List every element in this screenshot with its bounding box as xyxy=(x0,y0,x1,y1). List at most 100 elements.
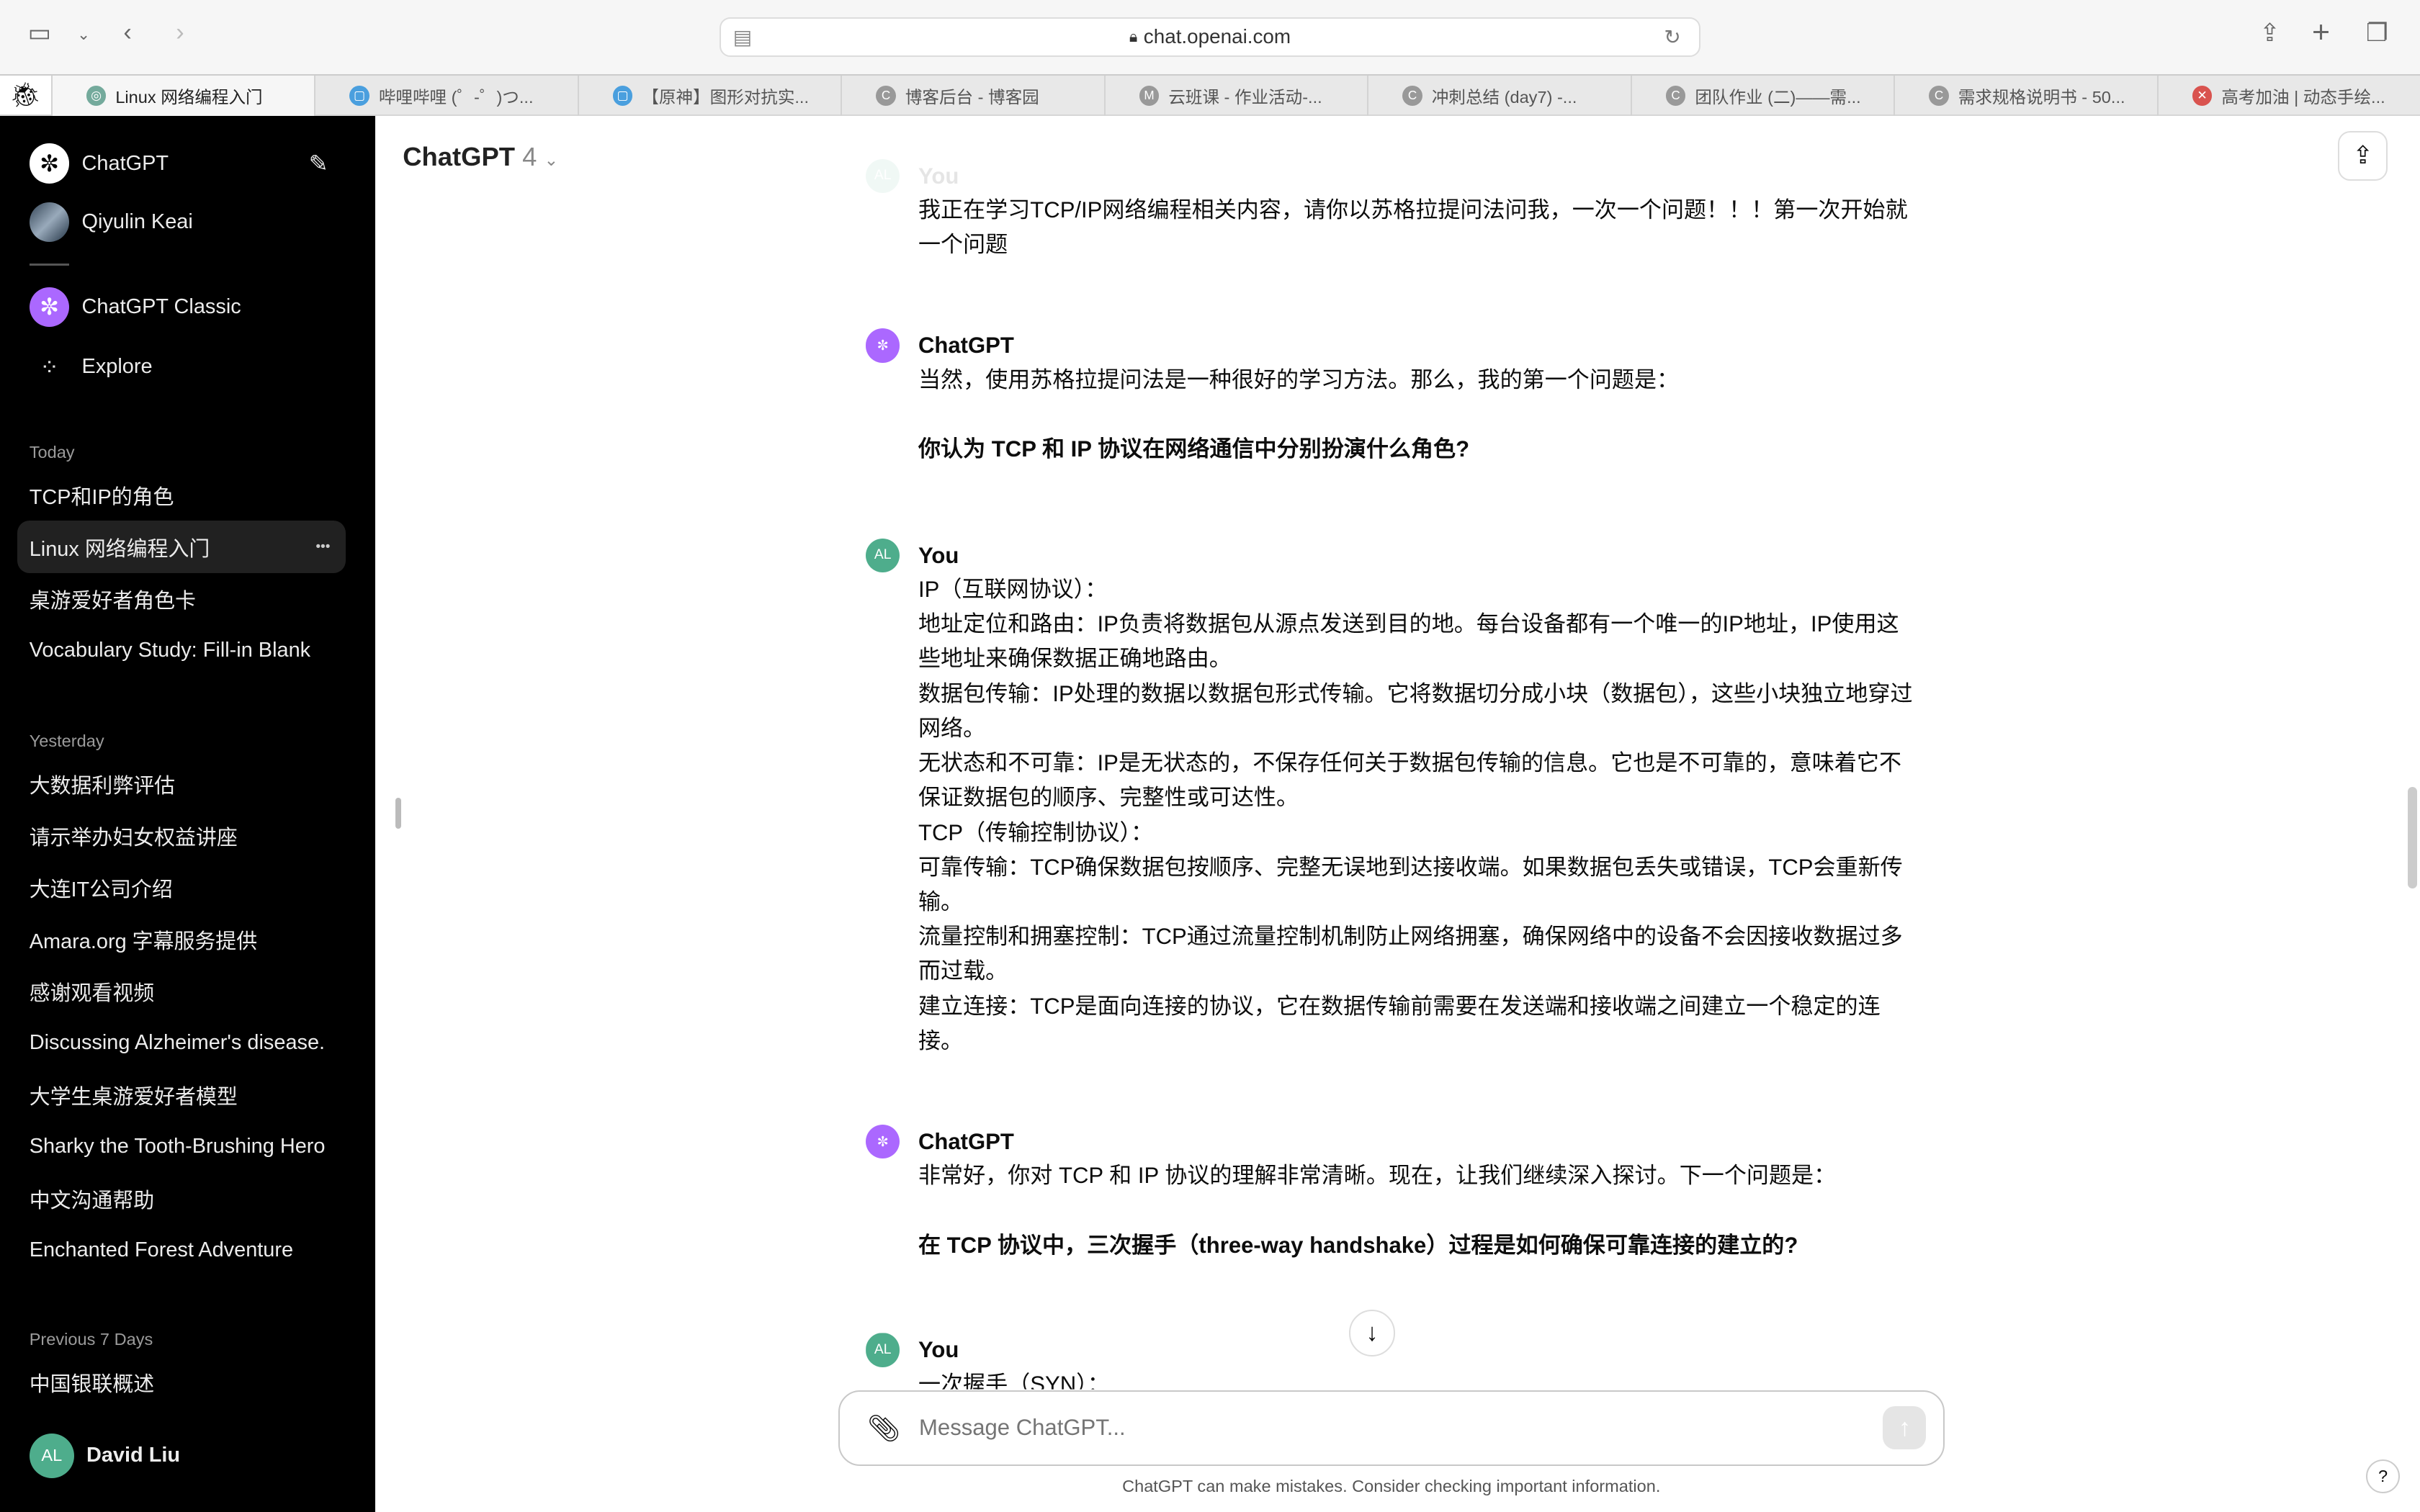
browser-tab[interactable]: C 博客后台 - 博客园 xyxy=(841,75,1104,116)
tab-title: 高考加油 | 动态手绘... xyxy=(2221,87,2385,107)
browser-tab[interactable]: C 团队作业 (二)——需... xyxy=(1630,75,1894,116)
share-button[interactable]: ⇪ xyxy=(2338,131,2388,181)
sidebar-chat-item[interactable]: Linux 网络编程入门 ••• xyxy=(17,521,346,574)
sidebar-chat-item[interactable]: 桌游爱好者角色卡 xyxy=(17,572,346,625)
sidebar-chat-item[interactable]: 中国银联概述 xyxy=(17,1356,346,1409)
message-text: 非常好，你对 TCP 和 IP 协议的理解非常清晰。现在，让我们继续深入探讨。下… xyxy=(918,1163,1837,1189)
browser-tab[interactable]: ◎ Linux 网络编程入门 xyxy=(50,75,314,116)
chat-message: ✼ ChatGPT 当然，使用苏格拉提问法是一种很好的学习方法。那么，我的第一个问题… xyxy=(866,328,1915,467)
forward-icon[interactable]: › xyxy=(176,19,184,47)
message-author: You xyxy=(918,163,959,189)
chatgpt-avatar-icon: ✼ xyxy=(866,328,900,363)
message-text: 无状态和不可靠：IP是无状态的，不保存任何关于数据包传输的信息。它也是不可靠的，… xyxy=(918,750,1902,811)
message-text: IP（互联网协议）： xyxy=(918,576,1108,602)
browser-tab[interactable]: ▢ 哔哩哔哩 (゜-゜)つ... xyxy=(314,75,578,116)
sidebar-item-chatgpt[interactable]: ✼ ChatGPT xyxy=(29,143,169,184)
message-text: 可靠传输：TCP确保数据包按顺序、完整无误地到达接收端。如果数据包丢失或错误，T… xyxy=(918,854,1903,914)
favicon-icon: M xyxy=(1139,85,1160,106)
avatar xyxy=(29,202,70,243)
help-button[interactable]: ? xyxy=(2365,1459,2401,1494)
section-heading: Yesterday xyxy=(29,731,104,750)
chevron-down-icon[interactable]: ⌄ xyxy=(77,26,90,44)
model-selector[interactable]: ChatGPT 4 ⌄ xyxy=(403,142,558,172)
sidebar-chat-item[interactable]: 中文沟通帮助 xyxy=(17,1172,346,1225)
scrollbar[interactable] xyxy=(2407,786,2417,889)
sidebar-chat-item[interactable]: Sharky the Tooth-Brushing Hero xyxy=(17,1120,346,1173)
sidebar-chat-item[interactable]: TCP和IP的角色 xyxy=(17,469,346,521)
tab-title: 冲刺总结 (day7) -... xyxy=(1431,87,1577,107)
chatgpt-avatar-icon: ✼ xyxy=(866,1125,900,1159)
browser-tab[interactable]: ✕ 高考加油 | 动态手绘... xyxy=(2156,75,2420,116)
chat-message: AL You 我正在学习TCP/IP网络编程相关内容，请你以苏格拉提问法问我，一次一… xyxy=(866,158,1915,263)
lock-icon: 🔒︎ xyxy=(1129,27,1138,45)
avatar: AL xyxy=(29,1433,74,1478)
sidebar-chat-item[interactable]: Vocabulary Study: Fill-in Blank xyxy=(17,624,346,677)
sidebar-chat-item[interactable]: 大连IT公司介绍 xyxy=(17,861,346,914)
user-avatar: AL xyxy=(866,1333,900,1367)
sidebar-chat-item[interactable]: 大学生桌游爱好者模型 xyxy=(17,1068,346,1121)
attach-icon[interactable]: 📎︎ xyxy=(867,1413,900,1444)
message-author: ChatGPT xyxy=(918,333,1014,359)
user-avatar: AL xyxy=(866,538,900,572)
share-icon[interactable]: ⇪ xyxy=(2259,19,2280,48)
message-text: TCP（传输控制协议）： xyxy=(918,819,1154,845)
pinned-tab[interactable]: 🐞︎ xyxy=(0,75,51,114)
favicon-icon: C xyxy=(1665,85,1686,106)
message-input[interactable] xyxy=(919,1415,1845,1441)
sidebar-chat-item[interactable]: Discussing Alzheimer's disease. xyxy=(17,1017,346,1069)
reader-icon[interactable]: ▤ xyxy=(733,25,752,49)
scroll-down-button[interactable]: ↓ xyxy=(1348,1310,1396,1356)
tab-title: Linux 网络编程入门 xyxy=(115,87,263,107)
sidebar-item-classic[interactable]: ✼ ChatGPT Classic xyxy=(29,287,241,328)
message-author: You xyxy=(918,542,959,568)
sidebar-item-explore[interactable]: ⁘ Explore xyxy=(30,347,152,387)
tab-title: 博客后台 - 博客园 xyxy=(905,87,1039,107)
user-profile[interactable]: AL David Liu xyxy=(29,1433,180,1478)
favicon-icon: ✕ xyxy=(2192,85,2213,106)
message-text: 流量控制和拥塞控制：TCP通过流量控制机制防止网络拥塞，确保网络中的设备不会因接… xyxy=(918,924,1903,984)
chat-main: ChatGPT 4 ⌄ ⇪ AL You 我正在学习TCP/IP网络编程相关内容，请… xyxy=(375,115,2420,1512)
sidebar-chat-item[interactable]: Enchanted Forest Adventure xyxy=(17,1224,346,1277)
browser-toolbar: ▭ ⌄ ‹ › ▤ 🔒︎ chat.openai.com ↻ ⇪ + ❐ xyxy=(0,0,2420,74)
reload-icon[interactable]: ↻ xyxy=(1664,25,1680,49)
browser-tab[interactable]: ▢ 【原神】图形对抗实... xyxy=(577,75,841,116)
new-tab-icon[interactable]: + xyxy=(2312,15,2330,50)
sidebar-chat-item[interactable]: 感谢观看视频 xyxy=(17,965,346,1017)
tab-title: 云班课 - 作业活动-... xyxy=(1168,87,1322,107)
sidebar-item-gpt-user[interactable]: Qiyulin Keai xyxy=(29,202,193,243)
favicon-icon: ◎ xyxy=(86,85,107,106)
sidebar-chat-item[interactable]: Amara.org 字幕服务提供 xyxy=(17,913,346,966)
address-bar[interactable]: ▤ 🔒︎ chat.openai.com ↻ xyxy=(719,17,1701,58)
new-chat-icon[interactable]: ✎ xyxy=(309,150,328,177)
chat-message: AL You IP（互联网协议）： 地址定位和路由：IP负责将数据包从源点发送到目的地… xyxy=(866,538,1915,1058)
disclaimer: ChatGPT can make mistakes. Consider chec… xyxy=(1122,1476,1661,1495)
sidebar-resize-handle[interactable] xyxy=(395,797,402,829)
user-avatar: AL xyxy=(866,158,900,193)
favicon-icon: C xyxy=(1402,85,1422,106)
sidebar: ✼ ChatGPT ✎ Qiyulin Keai ✼ ChatGPT Classic… xyxy=(0,115,375,1512)
browser-tab[interactable]: C 需求规格说明书 - 50... xyxy=(1894,75,2157,116)
favicon-icon: ▢ xyxy=(349,85,369,106)
more-options-icon[interactable]: ••• xyxy=(315,539,330,555)
message-text: 地址定位和路由：IP负责将数据包从源点发送到目的地。每台设备都有一个唯一的IP地… xyxy=(918,611,1899,672)
send-button[interactable]: ↑ xyxy=(1883,1406,1927,1450)
tab-overview-icon[interactable]: ❐ xyxy=(2366,19,2388,48)
favicon-icon: C xyxy=(1929,85,1949,106)
back-icon[interactable]: ‹ xyxy=(123,19,131,47)
chat-title: Linux 网络编程入门 xyxy=(29,537,210,561)
sidebar-toggle-icon[interactable]: ▭ xyxy=(28,19,51,48)
section-heading: Today xyxy=(29,442,75,462)
message-bold-question: 你认为 TCP 和 IP 协议在网络通信中分别扮演什么角色? xyxy=(918,436,1470,462)
message-text: 我正在学习TCP/IP网络编程相关内容，请你以苏格拉提问法问我，一次一个问题！！… xyxy=(918,197,1908,258)
browser-tab[interactable]: C 冲刺总结 (day7) -... xyxy=(1367,75,1631,116)
grid-icon: ⁘ xyxy=(40,354,60,380)
section-heading: Previous 7 Days xyxy=(29,1330,153,1349)
divider xyxy=(29,264,70,266)
favicon-icon: C xyxy=(876,85,896,106)
browser-tab[interactable]: M 云班课 - 作业活动-... xyxy=(1103,75,1368,116)
message-author: ChatGPT xyxy=(918,1129,1014,1155)
sidebar-chat-item[interactable]: 大数据利弊评估 xyxy=(17,757,346,810)
sidebar-chat-item[interactable]: 请示举办妇女权益讲座 xyxy=(17,809,346,862)
